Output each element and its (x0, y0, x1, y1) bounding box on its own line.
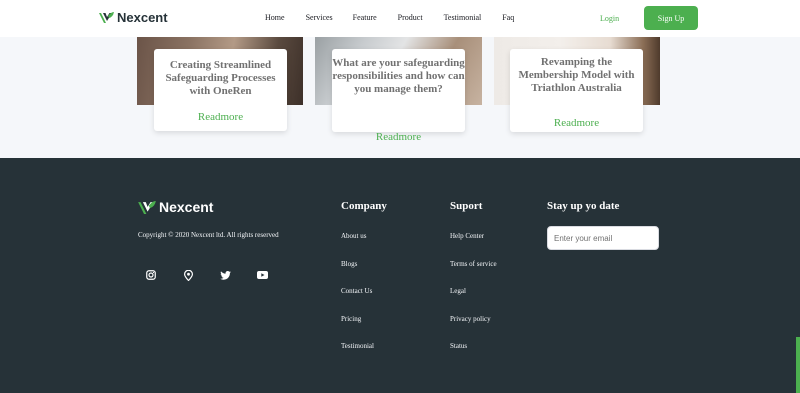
blog-card-3: Revamping the Membership Model with Tria… (510, 49, 643, 132)
youtube-icon[interactable] (256, 269, 268, 281)
readmore-link[interactable]: Readmore (510, 117, 643, 129)
main-nav: Home Services Feature Product Testimonia… (265, 13, 535, 22)
blog-card-title: What are your safeguarding responsibilit… (332, 57, 465, 95)
instagram-icon[interactable] (145, 269, 157, 281)
nav-testimonial[interactable]: Testimonial (444, 13, 482, 22)
footer-link-help-center[interactable]: Help Center (450, 232, 497, 260)
nav-faq[interactable]: Faq (502, 13, 514, 22)
newsletter-heading: Stay up yo date (547, 200, 620, 212)
blog-card-title: Creating Streamlined Safeguarding Proces… (165, 59, 276, 97)
footer-link-testimonial[interactable]: Testimonial (341, 342, 374, 370)
nav-feature[interactable]: Feature (353, 13, 377, 22)
scroll-indicator (796, 337, 800, 393)
footer-link-pricing[interactable]: Pricing (341, 315, 374, 343)
header: Nexcent Home Services Feature Product Te… (0, 0, 800, 37)
footer: Nexcent Copyright © 2020 Nexcent ltd. Al… (0, 158, 800, 393)
blog-card-title: Revamping the Membership Model with Tria… (518, 56, 635, 94)
twitter-icon[interactable] (219, 269, 231, 281)
leaf-logo-icon (99, 12, 114, 23)
support-heading: Suport (450, 200, 483, 212)
nav-services[interactable]: Services (306, 13, 333, 22)
login-link[interactable]: Login (600, 14, 619, 23)
footer-link-status[interactable]: Status (450, 342, 497, 370)
nav-product[interactable]: Product (398, 13, 423, 22)
social-links (145, 269, 293, 281)
copyright-text: Copyright © 2020 Nexcent ltd. All rights… (138, 231, 279, 239)
readmore-link[interactable]: Readmore (332, 131, 465, 143)
footer-brand-name: Nexcent (159, 199, 214, 215)
readmore-link[interactable]: Readmore (154, 111, 287, 123)
footer-link-privacy-policy[interactable]: Privacy policy (450, 315, 497, 343)
blog-card-2: What are your safeguarding responsibilit… (332, 49, 465, 132)
footer-link-contact-us[interactable]: Contact Us (341, 287, 374, 315)
brand-logo[interactable]: Nexcent (99, 10, 168, 25)
footer-brand-logo[interactable]: Nexcent (138, 199, 213, 215)
footer-link-terms-of-service[interactable]: Terms of service (450, 260, 497, 288)
blog-card-1: Creating Streamlined Safeguarding Proces… (154, 49, 287, 131)
signup-button[interactable]: Sign Up (644, 6, 698, 30)
support-links: Help Center Terms of service Legal Priva… (450, 232, 497, 370)
footer-link-about-us[interactable]: About us (341, 232, 374, 260)
company-heading: Company (341, 200, 387, 212)
company-links: About us Blogs Contact Us Pricing Testim… (341, 232, 374, 370)
footer-link-legal[interactable]: Legal (450, 287, 497, 315)
email-input[interactable] (547, 226, 659, 250)
footer-link-blogs[interactable]: Blogs (341, 260, 374, 288)
leaf-logo-icon (138, 200, 156, 214)
nav-home[interactable]: Home (265, 13, 285, 22)
brand-name: Nexcent (117, 10, 168, 25)
location-icon[interactable] (182, 269, 194, 281)
